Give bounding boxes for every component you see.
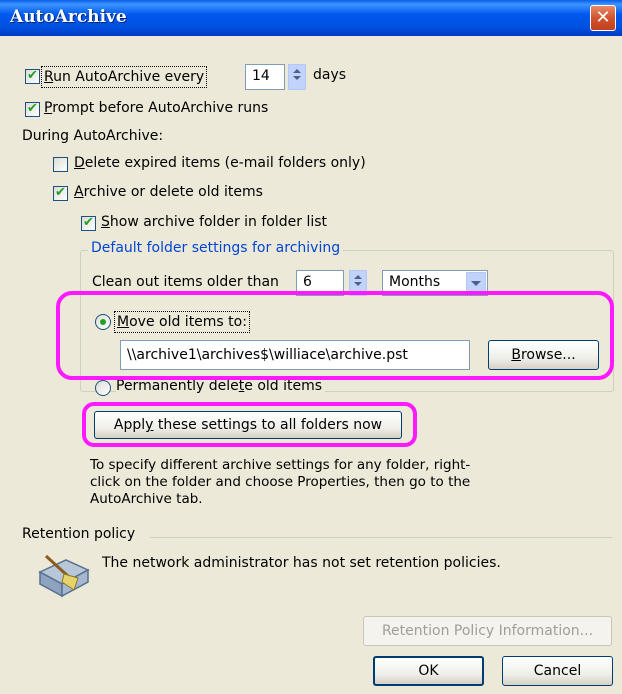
archive-delete-old-label[interactable]: Archive or delete old items [74,184,263,200]
during-heading: During AutoArchive: [22,128,164,144]
close-button[interactable]: ✕ [590,5,616,31]
spin-up-icon [293,69,301,73]
permanently-delete-radio[interactable] [95,380,111,396]
days-spinner[interactable] [288,64,306,90]
retention-heading: Retention policy [22,526,140,542]
autoarchive-dialog: AutoArchive ✕ ✔ Run AutoArchive every 14… [0,0,622,694]
delete-expired-label[interactable]: Delete expired items (e-mail folders onl… [74,155,366,171]
highlight-move-section [56,291,614,380]
broom-folder-icon [38,554,90,598]
checkmark-icon: ✔ [83,215,94,230]
spin-down-icon [354,282,362,286]
permanently-delete-label[interactable]: Permanently delete old items [116,378,326,394]
archive-delete-old-checkbox[interactable]: ✔ [53,185,68,201]
days-input[interactable]: 14 [245,64,285,90]
cancel-button[interactable]: Cancel [502,656,613,686]
info-text: To specify different archive settings fo… [90,457,471,507]
prompt-before-checkbox[interactable]: ✔ [25,101,40,117]
retention-separator [150,537,612,538]
title-bar[interactable]: AutoArchive ✕ [0,0,622,36]
close-icon: ✕ [595,7,611,28]
show-archive-folder-label[interactable]: Show archive folder in folder list [101,214,327,230]
retention-message: The network administrator has not set re… [102,555,501,571]
spin-down-icon [293,76,301,80]
run-autoarchive-checkbox[interactable]: ✔ [25,68,40,84]
prompt-before-label[interactable]: Prompt before AutoArchive runs [44,100,268,116]
checkmark-icon: ✔ [55,185,66,200]
days-unit-label: days [313,67,347,83]
window-title: AutoArchive [10,7,127,27]
retention-policy-info-button[interactable]: Retention Policy Information... [363,616,612,646]
clean-out-label: Clean out items older than [92,274,279,290]
show-archive-folder-checkbox[interactable]: ✔ [81,215,96,231]
checkmark-icon: ✔ [27,101,38,116]
clean-out-unit-value: Months [389,274,441,290]
delete-expired-checkbox[interactable] [53,157,68,172]
highlight-apply-button [82,402,417,447]
spin-up-icon [354,275,362,279]
run-autoarchive-label[interactable]: Run AutoArchive every [41,66,208,88]
ok-button[interactable]: OK [373,656,484,686]
checkmark-icon: ✔ [27,68,38,83]
default-folder-settings-title: Default folder settings for archiving [88,240,344,256]
